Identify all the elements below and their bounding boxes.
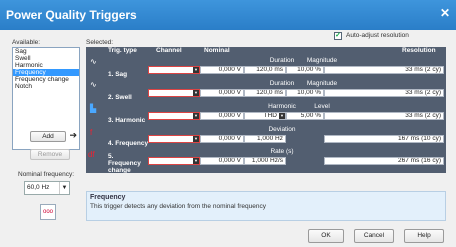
chevron-down-icon: ▼ <box>279 113 285 119</box>
row3-value2[interactable]: 5,00 % <box>286 112 324 120</box>
row3-harmonic-select[interactable]: THD ▼ <box>244 112 286 120</box>
row2-trigger-name: 2. Swell <box>108 94 132 101</box>
row1-channel-dropdown[interactable]: ▼ <box>148 66 200 74</box>
list-item[interactable]: Swell <box>13 55 79 62</box>
row3-resolution: 33 ms (2 cy) <box>324 112 444 120</box>
title-bar: Power Quality Triggers ✕ <box>0 0 456 30</box>
chevron-down-icon: ▼ <box>193 113 199 119</box>
header-channel: Channel <box>156 47 182 54</box>
chevron-down-icon: ▼ <box>193 90 199 96</box>
chevron-down-icon: ▼ <box>193 158 199 164</box>
list-item[interactable]: Frequency change <box>13 76 79 83</box>
remove-button-label: Remove <box>37 151 63 158</box>
cancel-button[interactable]: Cancel <box>354 229 394 243</box>
scope-icon[interactable]: ooo <box>40 204 56 220</box>
row3-trigger-name: 3. Harmonic <box>108 117 146 124</box>
chevron-down-icon: ▼ <box>193 136 199 142</box>
row1-sub2-label: Magnitude <box>306 57 338 64</box>
nominal-frequency-label: Nominal frequency: <box>18 171 74 178</box>
row4-resolution: 167 ms (10 cy) <box>324 135 444 143</box>
frequency-change-icon: df <box>88 150 95 159</box>
header-nominal: Nominal <box>204 47 230 54</box>
add-button[interactable]: Add ➔ <box>30 131 77 142</box>
header-trig-type: Trig. type <box>108 47 137 54</box>
row1-sub1-label: Duration <box>269 57 295 64</box>
row4-nominal[interactable]: 0,000 V <box>200 135 244 143</box>
row2-channel-dropdown[interactable]: ▼ <box>148 89 200 97</box>
row5-nominal[interactable]: 0,000 V <box>200 157 244 165</box>
row3-sub1-label: Harmonic <box>268 103 296 110</box>
row3-value1: THD <box>263 112 277 119</box>
row2-value2[interactable]: 10,00 % <box>286 89 324 97</box>
row3-sub2-label: Level <box>314 103 330 110</box>
description-title: Frequency <box>90 194 126 201</box>
row4-channel-dropdown[interactable]: ▼ <box>148 135 200 143</box>
list-item[interactable]: Sag <box>13 48 79 55</box>
ok-button-label: OK <box>321 232 331 239</box>
help-button[interactable]: Help <box>404 229 444 243</box>
row2-resolution: 33 ms (2 cy) <box>324 89 444 97</box>
swell-wave-icon: ∿ <box>90 80 97 89</box>
list-item-selected[interactable]: Frequency <box>13 69 79 76</box>
dialog-body: Available: Sag Swell Harmonic Frequency … <box>0 30 456 247</box>
header-resolution: Resolution <box>402 47 436 54</box>
frequency-icon: f <box>90 128 93 137</box>
description-text: This trigger detects any deviation from … <box>90 203 266 210</box>
row4-trigger-name: 4. Frequency <box>108 140 149 147</box>
description-panel: Frequency This trigger detects any devia… <box>86 191 446 221</box>
remove-button[interactable]: Remove <box>30 149 70 160</box>
auto-adjust-label: Auto-adjust resolution <box>346 32 409 39</box>
row1-resolution: 33 ms (2 cy) <box>324 66 444 74</box>
row2-value1[interactable]: 120,0 ms <box>244 89 286 97</box>
row5-resolution: 267 ms (16 cy) <box>324 157 444 165</box>
row2-sub1-label: Duration <box>269 80 295 87</box>
help-button-label: Help <box>417 232 431 239</box>
nominal-frequency-select[interactable]: 60,0 Hz ▼ <box>24 181 70 195</box>
row1-value1[interactable]: 120,0 ms <box>244 66 286 74</box>
row5-channel-dropdown[interactable]: ▼ <box>148 157 200 165</box>
close-icon[interactable]: ✕ <box>440 7 450 19</box>
row5-sub1-label: Rate (s) <box>270 148 294 155</box>
row3-channel-dropdown[interactable]: ▼ <box>148 112 200 120</box>
ok-button[interactable]: OK <box>308 229 344 243</box>
row2-nominal[interactable]: 0,000 V <box>200 89 244 97</box>
harmonic-bars-icon: ▙ <box>90 104 97 113</box>
row1-value2[interactable]: 10,00 % <box>286 66 324 74</box>
chevron-down-icon: ▼ <box>59 182 69 194</box>
auto-adjust-checkbox[interactable]: ✓ <box>334 32 342 40</box>
arrow-right-icon: ➔ <box>69 130 77 140</box>
row1-trigger-name: 1. Sag <box>108 71 128 78</box>
cancel-button-label: Cancel <box>363 232 385 239</box>
row5-trigger-name: 5. Frequency change <box>108 153 141 173</box>
add-button-label: Add <box>42 133 54 140</box>
nominal-frequency-value: 60,0 Hz <box>27 184 50 191</box>
chevron-down-icon: ▼ <box>193 67 199 73</box>
list-item[interactable]: Notch <box>13 83 79 90</box>
window-title: Power Quality Triggers <box>6 8 137 22</box>
sag-wave-icon: ∿ <box>90 57 97 66</box>
triggers-grid: Trig. type Channel Nominal Resolution ∿ … <box>86 47 446 173</box>
row4-value1[interactable]: 1,000 Hz <box>244 135 286 143</box>
selected-label: Selected: <box>86 39 114 46</box>
row2-sub2-label: Magnitude <box>306 80 338 87</box>
row3-nominal[interactable]: 0,000 V <box>200 112 244 120</box>
row1-nominal[interactable]: 0,000 V <box>200 66 244 74</box>
list-item[interactable]: Harmonic <box>13 62 79 69</box>
row5-value1[interactable]: 1,000 Hz/s <box>244 157 286 165</box>
row4-sub1-label: Deviation <box>268 126 296 133</box>
available-label: Available: <box>12 39 41 46</box>
